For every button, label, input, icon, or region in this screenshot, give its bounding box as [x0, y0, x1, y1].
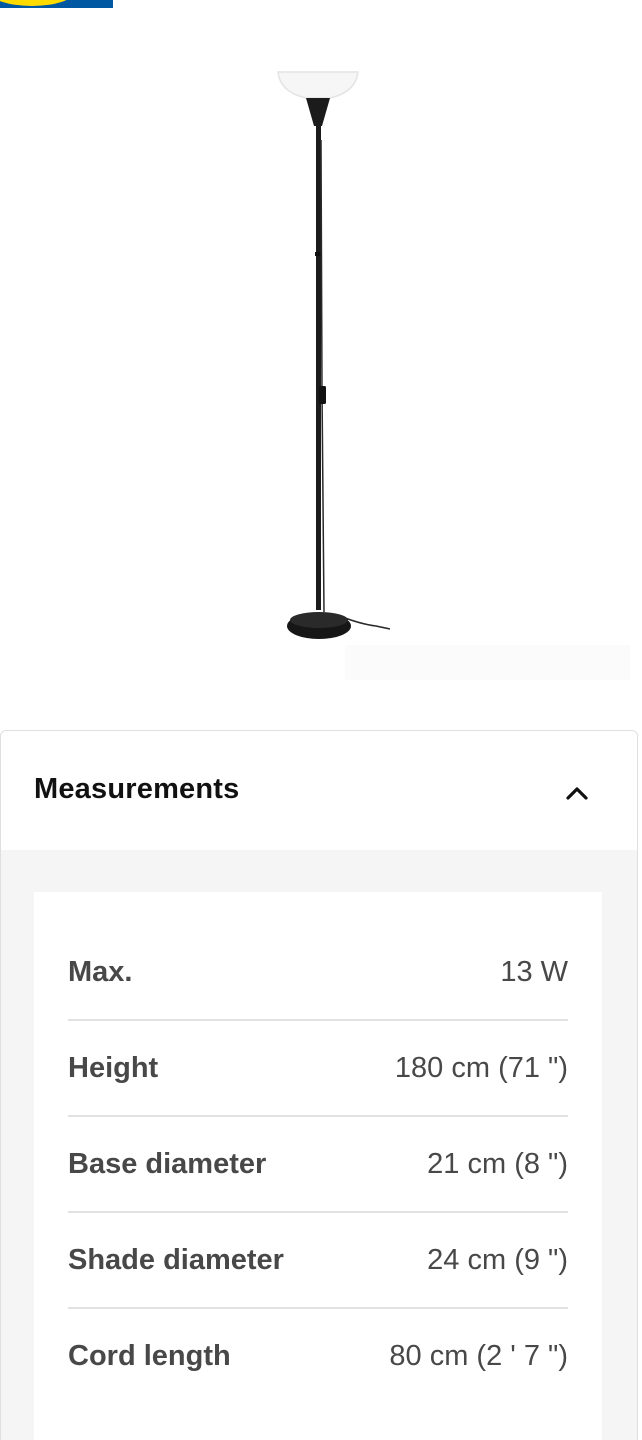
product-page: Measurements Max. 13 W Height 180 cm (71… [0, 0, 642, 1440]
measurement-row-shade-diameter: Shade diameter 24 cm (9 ") [68, 1213, 568, 1309]
measurement-value: 21 cm (8 ") [427, 1148, 568, 1180]
measurement-row-cord-length: Cord length 80 cm (2 ' 7 ") [68, 1309, 568, 1405]
logo-oval [0, 0, 74, 6]
measurement-row-base-diameter: Base diameter 21 cm (8 ") [68, 1117, 568, 1213]
measurement-label: Height [68, 1052, 159, 1084]
measurement-value: 13 W [500, 956, 568, 988]
chevron-up-icon[interactable] [561, 777, 593, 809]
lamp-cord [320, 139, 325, 613]
lamp-socket [306, 98, 330, 126]
measurement-value: 180 cm (71 ") [394, 1052, 568, 1084]
measurement-value: 80 cm (2 ' 7 ") [389, 1340, 568, 1372]
lamp-switch [319, 386, 326, 404]
measurements-list: Max. 13 W Height 180 cm (71 ") Base diam… [68, 925, 568, 1405]
measurement-row-max: Max. 13 W [68, 925, 568, 1021]
lamp-pole [316, 126, 321, 610]
lamp-shade [277, 71, 359, 99]
measurement-row-height: Height 180 cm (71 ") [68, 1021, 568, 1117]
ikea-logo-icon[interactable] [0, 0, 113, 8]
measurement-label: Cord length [68, 1340, 231, 1372]
measurement-label: Base diameter [68, 1148, 267, 1180]
measurements-header[interactable]: Measurements [1, 731, 637, 850]
measurements-card: Max. 13 W Height 180 cm (71 ") Base diam… [34, 892, 602, 1440]
lamp-base-top [290, 612, 348, 628]
measurements-accordion: Measurements Max. 13 W Height 180 cm (71… [0, 730, 638, 1440]
floor-lamp-image [277, 71, 391, 639]
product-image[interactable] [0, 30, 642, 690]
measurement-label: Shade diameter [68, 1244, 284, 1276]
measurement-label: Max. [68, 956, 133, 988]
measurements-title: Measurements [34, 773, 240, 805]
measurement-value: 24 cm (9 ") [427, 1244, 568, 1276]
